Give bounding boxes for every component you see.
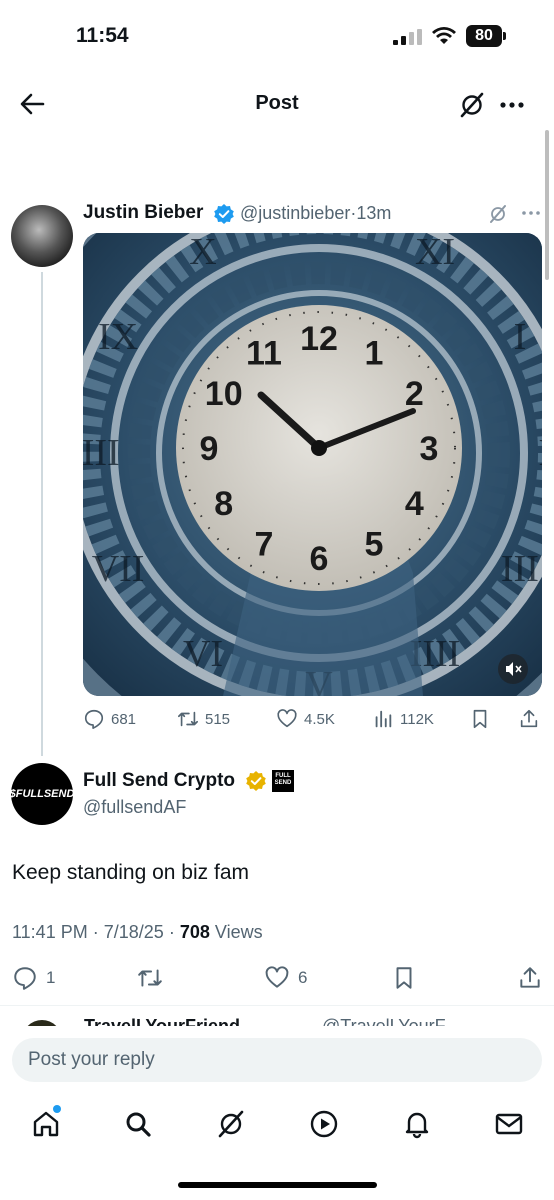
- roman-numeral: VI: [183, 633, 223, 675]
- reply-button[interactable]: 1: [12, 964, 55, 992]
- tab-videos[interactable]: [308, 1108, 340, 1140]
- roman-numeral: XI: [415, 233, 455, 273]
- clock-numeral: 10: [205, 375, 243, 413]
- share-icon: [520, 709, 538, 728]
- wifi-icon: [432, 27, 456, 44]
- clock-numeral: 12: [300, 320, 338, 358]
- scrollbar[interactable]: [545, 130, 549, 280]
- views-count: 112K: [400, 710, 434, 728]
- roman-numeral: VII: [92, 548, 145, 590]
- bell-icon: [405, 1112, 429, 1139]
- share-button[interactable]: [518, 708, 540, 730]
- play-circle-icon: [310, 1110, 338, 1138]
- home-indicator: [178, 1182, 377, 1188]
- roman-numeral: X: [189, 233, 216, 273]
- clock-numeral: 4: [405, 485, 424, 523]
- cellular-signal-icon: [393, 29, 422, 45]
- post-time: 11:41 PM: [12, 922, 88, 942]
- mute-icon[interactable]: [498, 654, 528, 684]
- grok-small-icon[interactable]: [488, 204, 508, 224]
- heart-icon: [265, 966, 289, 988]
- battery-icon: 80: [466, 25, 502, 47]
- views-count: 708: [179, 922, 210, 942]
- separator: ·: [168, 922, 175, 942]
- author-handle[interactable]: @justinbieber: [240, 203, 350, 223]
- clock-numeral: 2: [405, 375, 424, 413]
- clock-numeral: 11: [246, 335, 282, 373]
- author-handle-line[interactable]: @justinbieber·13m: [240, 203, 391, 224]
- clock-numeral: 3: [420, 430, 439, 468]
- post-text: Keep standing on biz fam: [12, 861, 249, 884]
- repost-count: 515: [205, 710, 231, 728]
- roman-numeral: XII: [293, 233, 346, 242]
- reply-input[interactable]: Post your reply: [12, 1038, 542, 1082]
- verified-gold-badge-icon: [246, 771, 266, 791]
- verified-badge-icon: [214, 204, 234, 224]
- views-button[interactable]: 112K: [372, 708, 434, 730]
- battery-tip: [503, 32, 506, 40]
- video-media[interactable]: XIIXIIIIIIIIIIIVVIVIIVIIIIXX 12123456789…: [83, 233, 542, 696]
- clock-numeral: 1: [365, 335, 384, 373]
- like-count: 6: [298, 968, 308, 987]
- reply-icon: [14, 967, 36, 990]
- roman-numeral: II: [538, 432, 542, 474]
- bookmark-icon: [473, 709, 487, 729]
- tab-search[interactable]: [122, 1108, 154, 1140]
- roman-numeral: I: [514, 316, 527, 358]
- affiliate-badge: FULL SEND: [272, 770, 294, 792]
- separator: ·: [92, 922, 99, 942]
- avatar-text: $FULLSEND: [9, 788, 75, 800]
- post-meta: 11:41 PM · 7/18/25 · 708 Views: [12, 922, 263, 943]
- status-time: 11:54: [76, 24, 129, 47]
- tab-notifications[interactable]: [401, 1108, 433, 1140]
- post-age: 13m: [356, 203, 392, 223]
- clock-numeral: 5: [365, 525, 384, 563]
- views-icon: [375, 710, 392, 728]
- reply-count: 1: [46, 968, 56, 987]
- reply-button[interactable]: 681: [83, 708, 136, 730]
- author-handle[interactable]: @fullsendAF: [83, 797, 186, 818]
- share-icon: [520, 967, 540, 988]
- clock-numeral: 9: [200, 430, 219, 468]
- clock-numeral: 6: [310, 540, 329, 578]
- repost-button[interactable]: [137, 964, 163, 992]
- roman-numeral: IX: [98, 316, 138, 358]
- clock-numeral: 8: [214, 485, 233, 523]
- like-count: 4.5K: [304, 710, 335, 728]
- avatar-full-send-crypto[interactable]: $FULLSEND: [9, 763, 75, 825]
- clock-video-frame: XIIXIIIIIIIIIIIVVIVIIVIIIIXX 12123456789…: [83, 233, 542, 696]
- repost-icon: [178, 711, 198, 727]
- like-button[interactable]: 4.5K: [276, 708, 335, 730]
- roman-numeral: III: [501, 548, 539, 590]
- post-date: 7/18/25: [103, 922, 164, 942]
- reply-count: 681: [111, 710, 137, 728]
- author-name[interactable]: Full Send Crypto: [83, 770, 235, 792]
- roman-numeral: VIII: [83, 432, 120, 474]
- tab-grok[interactable]: [215, 1108, 247, 1140]
- avatar-justin-bieber[interactable]: [11, 205, 73, 267]
- clock-numeral: 7: [255, 525, 274, 563]
- mail-icon: [495, 1113, 523, 1135]
- share-button[interactable]: [517, 964, 543, 992]
- tab-messages[interactable]: [493, 1108, 525, 1140]
- thread-line: [41, 272, 43, 756]
- grok-icon: [218, 1110, 244, 1138]
- search-icon: [126, 1112, 151, 1137]
- like-button[interactable]: 6: [264, 964, 307, 992]
- bookmark-button[interactable]: [391, 964, 417, 992]
- author-name[interactable]: Justin Bieber: [83, 202, 203, 224]
- more-small-icon[interactable]: [520, 205, 542, 221]
- grok-icon[interactable]: [458, 91, 486, 119]
- heart-icon: [277, 709, 297, 728]
- repost-icon: [138, 969, 162, 987]
- repost-button[interactable]: 515: [177, 708, 230, 730]
- more-options-icon[interactable]: [499, 96, 525, 114]
- notification-dot: [53, 1105, 61, 1113]
- divider: [0, 1005, 554, 1006]
- bookmark-icon: [396, 967, 412, 989]
- views-label: Views: [214, 922, 263, 942]
- reply-icon: [84, 709, 104, 729]
- bookmark-button[interactable]: [469, 708, 491, 730]
